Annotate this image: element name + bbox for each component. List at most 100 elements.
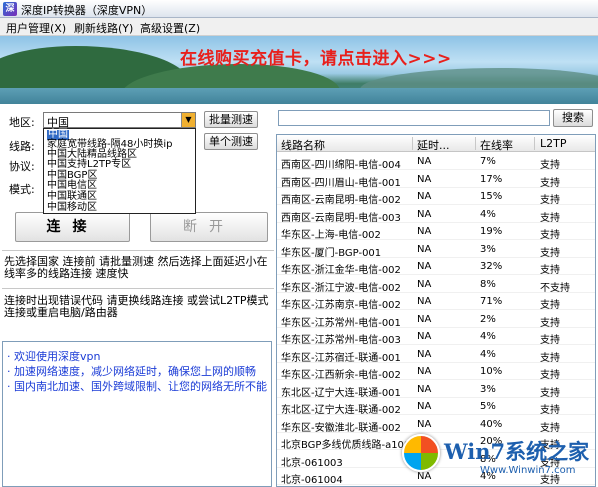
watermark: Win7系统之家 Www.Winwin7.com xyxy=(398,430,598,487)
usage-hint: 先选择国家 连接前 请批量测速 然后选择上面延迟小在线率多的线路连接 速度快 xyxy=(4,255,268,280)
cell-online-rate: 4% xyxy=(480,208,496,220)
news-line: · 国内南北加速、国外跨域限制、让您的网络无所不能 xyxy=(7,380,267,393)
column-divider[interactable] xyxy=(475,137,476,150)
cell-l2tp: 支持 xyxy=(540,160,560,171)
cell-line-name: 西南区-云南昆明-电信-003 xyxy=(281,212,401,224)
table-row[interactable]: 华东区-江西新余-电信-002 NA 10% 支持 xyxy=(277,363,595,381)
cell-online-rate: 4% xyxy=(480,348,496,360)
cell-online-rate: 3% xyxy=(480,243,496,255)
menu-refresh-lines[interactable]: 刷新线路(Y) xyxy=(74,20,133,36)
dropdown-option[interactable]: 中国支持L2TP专区 xyxy=(47,160,131,170)
banner-slogan[interactable]: 在线购买充值卡，请点击进入>>> xyxy=(180,44,452,69)
region-label: 地区: xyxy=(9,116,35,129)
chevron-down-icon[interactable]: ▼ xyxy=(181,113,195,127)
cell-online-rate: 17% xyxy=(480,173,503,185)
menu-advanced-settings[interactable]: 高级设置(Z) xyxy=(140,20,200,36)
cell-l2tp: 支持 xyxy=(540,370,560,381)
error-hint: 连接时出现错误代码 请更换线路连接 或尝试L2TP模式连接或重启电脑/路由器 xyxy=(4,294,269,319)
search-input[interactable] xyxy=(278,110,550,126)
cell-l2tp: 支持 xyxy=(540,265,560,276)
cell-line-name: 西南区-云南昆明-电信-002 xyxy=(281,195,401,206)
cell-online-rate: 10% xyxy=(480,366,503,377)
column-header-online-rate[interactable]: 在线率 xyxy=(480,137,513,153)
news-line: · 加速网络速度，减少网络延时，确保您上网的顺畅 xyxy=(7,365,256,378)
title-bar: 深 深度IP转换器（深度VPN） xyxy=(0,0,598,18)
table-row[interactable]: 西南区-四川眉山-电信-001 NA 17% 支持 xyxy=(277,171,595,189)
cell-l2tp: 支持 xyxy=(540,177,560,189)
search-button[interactable]: 搜索 xyxy=(553,109,593,127)
cell-online-rate: 40% xyxy=(480,418,503,430)
cell-line-name: 华东区-江苏南京-电信-002 xyxy=(281,300,401,311)
dropdown-option[interactable]: 中国电信区 xyxy=(47,181,97,191)
connect-button[interactable]: 连接 xyxy=(15,212,130,242)
region-select[interactable]: 中国 ▼ xyxy=(43,112,196,129)
batch-test-button[interactable]: 批量测速 xyxy=(204,111,258,128)
column-divider[interactable] xyxy=(534,137,535,150)
region-dropdown-list[interactable]: 中国 家庭宽带线路-隔48小时换ip 中国大陆精品线路区 中国支持L2TP专区 … xyxy=(43,128,196,214)
menu-bar: 用户管理(X) 刷新线路(Y) 高级设置(Z) xyxy=(0,18,598,36)
cell-line-name: 华东区-厦门-BGP-001 xyxy=(281,247,382,259)
cell-line-name: 西南区-四川眉山-电信-001 xyxy=(281,177,401,189)
cell-line-name: 西南区-四川绵阳-电信-004 xyxy=(281,160,401,171)
table-row[interactable]: 西南区-云南昆明-电信-003 NA 4% 支持 xyxy=(277,206,595,224)
cell-online-rate: 71% xyxy=(480,296,503,307)
cell-online-rate: 4% xyxy=(480,331,496,342)
column-header-line-name[interactable]: 线路名称 xyxy=(281,137,325,153)
table-row[interactable]: 东北区-辽宁大连-联通-001 NA 3% 支持 xyxy=(277,381,595,399)
column-header-l2tp[interactable]: L2TP xyxy=(540,137,566,150)
mode-label: 模式: xyxy=(9,183,35,196)
table-header: 线路名称 延时... 在线率 L2TP xyxy=(277,135,595,153)
table-row[interactable]: 华东区-江苏南京-电信-002 NA 71% 支持 xyxy=(277,293,595,311)
table-row[interactable]: 华东区-浙江宁波-电信-002 NA 8% 不支持 xyxy=(277,276,595,294)
divider xyxy=(2,288,274,289)
cell-online-rate: 5% xyxy=(480,401,496,412)
cell-line-name: 北京BGP多线优质线路-a100 xyxy=(281,440,411,451)
cell-l2tp: 支持 xyxy=(540,195,560,206)
table-row[interactable]: 华东区-浙江金华-电信-002 NA 32% 支持 xyxy=(277,258,595,276)
column-divider[interactable] xyxy=(412,137,413,150)
banner[interactable]: 在线购买充值卡，请点击进入>>> xyxy=(0,36,598,104)
table-row[interactable]: 西南区-四川绵阳-电信-004 NA 7% 支持 xyxy=(277,153,595,171)
table-row[interactable]: 华东区-江苏常州-电信-003 NA 4% 支持 xyxy=(277,328,595,346)
banner-lake xyxy=(0,88,598,104)
table-row[interactable]: 华东区-江苏常州-电信-001 NA 2% 支持 xyxy=(277,311,595,329)
table-row[interactable]: 东北区-辽宁大连-联通-002 NA 5% 支持 xyxy=(277,398,595,416)
cell-latency: NA xyxy=(417,173,432,185)
cell-online-rate: 2% xyxy=(480,313,496,325)
table-row[interactable]: 华东区-江苏宿迁-联通-001 NA 4% 支持 xyxy=(277,346,595,364)
cell-latency: NA xyxy=(417,366,432,377)
watermark-brand: Win7系统之家 xyxy=(444,439,590,464)
windows-logo-icon xyxy=(402,434,440,472)
cell-line-name: 华东区-江苏常州-电信-001 xyxy=(281,317,401,329)
protocol-label: 协议: xyxy=(9,160,35,173)
cell-line-name: 华东区-浙江金华-电信-002 xyxy=(281,265,401,276)
cell-l2tp: 支持 xyxy=(540,247,560,259)
cell-l2tp: 支持 xyxy=(540,212,560,224)
cell-line-name: 北京-061003 xyxy=(281,457,343,469)
cell-latency: NA xyxy=(417,243,432,255)
cell-line-name: 华东区-江苏常州-电信-003 xyxy=(281,335,401,346)
table-row[interactable]: 华东区-厦门-BGP-001 NA 3% 支持 xyxy=(277,241,595,259)
news-line: · 欢迎使用深度vpn xyxy=(7,350,101,363)
dropdown-option[interactable]: 中国联通区 xyxy=(47,192,97,202)
cell-online-rate: 8% xyxy=(480,278,496,290)
cell-l2tp: 支持 xyxy=(540,352,560,364)
disconnect-button[interactable]: 断开 xyxy=(150,212,268,242)
cell-l2tp: 不支持 xyxy=(540,282,570,294)
table-row[interactable]: 华东区-上海-电信-002 NA 19% 支持 xyxy=(277,223,595,241)
column-header-latency[interactable]: 延时... xyxy=(417,137,450,153)
cell-line-name: 华东区-安徽淮北-联通-002 xyxy=(281,422,401,434)
cell-online-rate: 15% xyxy=(480,191,503,202)
cell-latency: NA xyxy=(417,278,432,290)
cell-latency: NA xyxy=(417,226,432,237)
dropdown-option[interactable]: 中国移动区 xyxy=(47,203,97,213)
cell-latency: NA xyxy=(417,418,432,430)
single-test-button[interactable]: 单个测速 xyxy=(204,133,258,150)
table-row[interactable]: 西南区-云南昆明-电信-002 NA 15% 支持 xyxy=(277,188,595,206)
menu-user-management[interactable]: 用户管理(X) xyxy=(6,20,66,36)
cell-latency: NA xyxy=(417,296,432,307)
line-label: 线路: xyxy=(9,140,35,153)
news-panel: · 欢迎使用深度vpn · 加速网络速度，减少网络延时，确保您上网的顺畅 · 国… xyxy=(2,341,272,487)
cell-latency: NA xyxy=(417,383,432,395)
cell-online-rate: 32% xyxy=(480,261,503,272)
